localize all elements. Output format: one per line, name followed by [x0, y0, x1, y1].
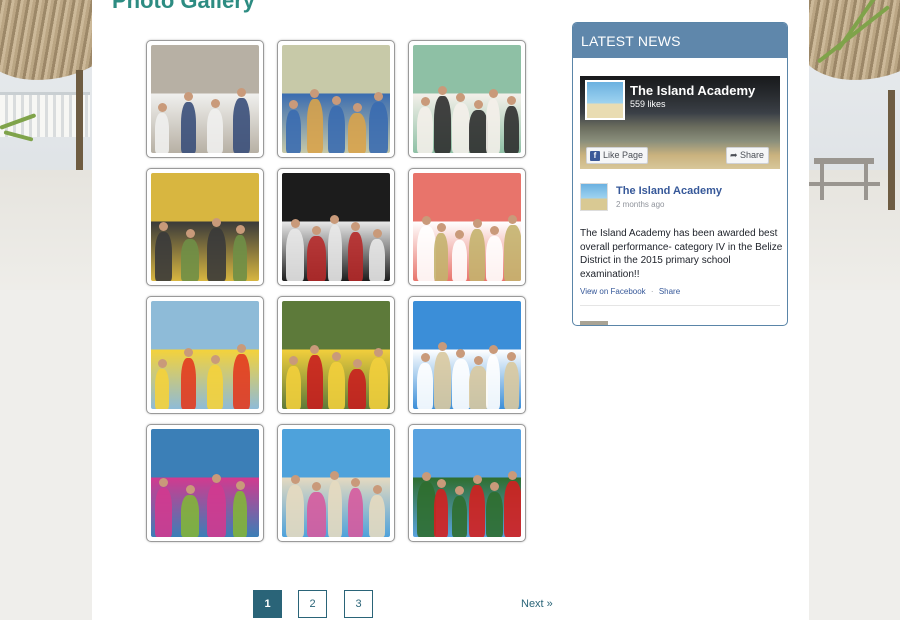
gallery-photo	[151, 301, 259, 409]
gallery-photo	[151, 429, 259, 537]
share-page-label: Share	[740, 150, 765, 160]
gallery-photo	[151, 173, 259, 281]
page-1-button[interactable]: 1	[253, 590, 282, 618]
gallery-photo	[282, 45, 390, 153]
like-page-button[interactable]: f Like Page	[586, 147, 649, 164]
gallery-thumbnail[interactable]	[146, 296, 264, 414]
gallery-photo	[282, 173, 390, 281]
gallery-thumbnail[interactable]	[146, 40, 264, 158]
gallery-thumbnail[interactable]	[408, 424, 526, 542]
latest-news-panel: LATEST NEWS The Island Academy 559 likes…	[572, 22, 788, 326]
facebook-page-cover[interactable]: The Island Academy 559 likes f Like Page …	[580, 76, 780, 169]
page-title: Photo Gallery	[112, 0, 256, 13]
gallery-thumbnail[interactable]	[146, 424, 264, 542]
page-2-button[interactable]: 2	[298, 590, 327, 618]
post-divider	[580, 305, 780, 306]
gallery-photo	[413, 173, 521, 281]
gallery-thumbnail[interactable]	[277, 424, 395, 542]
share-page-button[interactable]: ➦ Share	[726, 147, 770, 164]
share-post-link[interactable]: Share	[659, 287, 680, 296]
gallery-thumbnail[interactable]	[146, 168, 264, 286]
gallery-photo	[413, 429, 521, 537]
background-scenery-right	[808, 0, 900, 620]
gallery-photo	[151, 45, 259, 153]
gallery-thumbnail[interactable]	[408, 168, 526, 286]
gallery-photo	[282, 301, 390, 409]
view-on-facebook-link[interactable]: View on Facebook	[580, 287, 646, 296]
post-timestamp[interactable]: 2 months ago	[616, 200, 664, 209]
facebook-icon: f	[590, 151, 600, 161]
facebook-page-name[interactable]: The Island Academy	[630, 83, 755, 98]
gallery-photo	[282, 429, 390, 537]
share-icon: ➦	[730, 150, 741, 160]
gallery-thumbnail[interactable]	[408, 40, 526, 158]
gallery-thumbnail[interactable]	[277, 168, 395, 286]
gallery-photo	[413, 301, 521, 409]
gallery-thumbnail[interactable]	[277, 40, 395, 158]
gallery-thumbnail[interactable]	[277, 296, 395, 414]
facebook-likes-count: 559 likes	[630, 99, 666, 109]
post-author-link[interactable]: The Island Academy	[616, 185, 722, 197]
gallery-photo	[413, 45, 521, 153]
page-3-button[interactable]: 3	[344, 590, 373, 618]
pagination: 1 2 3 Next »	[92, 590, 809, 620]
post-avatar[interactable]	[580, 183, 608, 211]
like-page-label: Like Page	[603, 150, 644, 160]
gallery-thumbnail[interactable]	[408, 296, 526, 414]
background-scenery-left	[0, 0, 92, 620]
next-page-link[interactable]: Next »	[521, 598, 553, 610]
link-separator: ·	[650, 287, 654, 296]
facebook-page-thumbnail[interactable]	[585, 80, 625, 120]
next-post-avatar[interactable]	[580, 321, 608, 325]
post-text: The Island Academy has been awarded best…	[580, 228, 783, 280]
main-content: Photo Gallery 1 2 3 Next » LATEST NEWS T…	[92, 0, 809, 620]
post-links: View on Facebook · Share	[580, 287, 680, 296]
latest-news-header: LATEST NEWS	[573, 23, 787, 58]
